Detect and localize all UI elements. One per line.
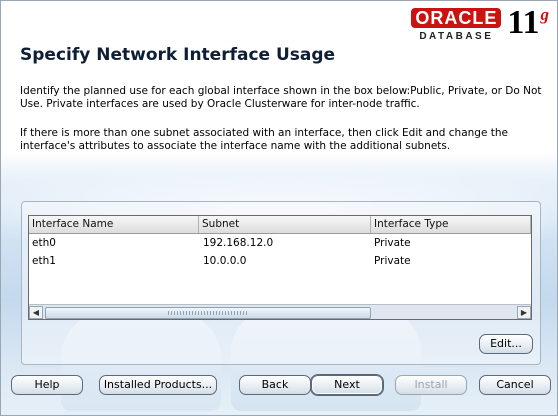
column-header-subnet[interactable]: Subnet xyxy=(199,216,371,233)
edit-button[interactable]: Edit... xyxy=(479,334,533,354)
logo-version-suffix: g xyxy=(540,5,550,24)
column-header-interface-name[interactable]: Interface Name xyxy=(29,216,199,233)
scroll-left-button[interactable]: ◀ xyxy=(29,305,43,319)
logo-brand: ORACLE xyxy=(411,8,502,28)
table-row[interactable]: eth1 10.0.0.0 Private xyxy=(29,252,531,270)
scroll-right-button[interactable]: ▶ xyxy=(517,305,531,319)
horizontal-scrollbar[interactable]: ◀ ▶ xyxy=(29,304,531,319)
logo-product: DATABASE xyxy=(419,31,494,42)
table-row[interactable]: eth0 192.168.12.0 Private xyxy=(29,234,531,252)
logo-version-number: 11 xyxy=(507,4,540,41)
description-usage: Identify the planned use for each global… xyxy=(20,85,542,110)
install-button[interactable]: Install xyxy=(395,375,467,395)
right-arrow-icon: ▶ xyxy=(520,307,528,317)
left-arrow-icon: ◀ xyxy=(32,307,40,317)
scroll-track[interactable] xyxy=(43,306,517,319)
scroll-grip xyxy=(168,310,248,315)
next-button[interactable]: Next xyxy=(311,375,383,395)
oracle-database-logo: ORACLE DATABASE 11 g xyxy=(411,6,549,42)
back-button[interactable]: Back xyxy=(239,375,311,395)
cell-interface-type[interactable]: Private xyxy=(371,252,531,270)
logo-version: 11 g xyxy=(507,6,549,40)
installed-products-button[interactable]: Installed Products... xyxy=(99,375,217,395)
table-header: Interface Name Subnet Interface Type xyxy=(29,216,531,234)
cancel-button[interactable]: Cancel xyxy=(479,375,551,395)
cell-interface-name: eth1 xyxy=(32,255,56,267)
interface-table[interactable]: Interface Name Subnet Interface Type eth… xyxy=(28,215,532,320)
scroll-thumb[interactable] xyxy=(45,306,371,319)
cell-interface-name: eth0 xyxy=(32,237,56,249)
cell-subnet: 192.168.12.0 xyxy=(203,237,274,249)
description-subnets: If there is more than one subnet associa… xyxy=(20,127,508,152)
column-header-interface-type[interactable]: Interface Type xyxy=(371,216,531,233)
cell-subnet: 10.0.0.0 xyxy=(203,255,247,267)
help-button[interactable]: Help xyxy=(11,375,83,395)
page-title: Specify Network Interface Usage xyxy=(20,45,336,65)
cell-interface-type[interactable]: Private xyxy=(371,234,531,252)
installer-window: ORACLE DATABASE 11 g Specify Network Inte… xyxy=(0,0,558,416)
